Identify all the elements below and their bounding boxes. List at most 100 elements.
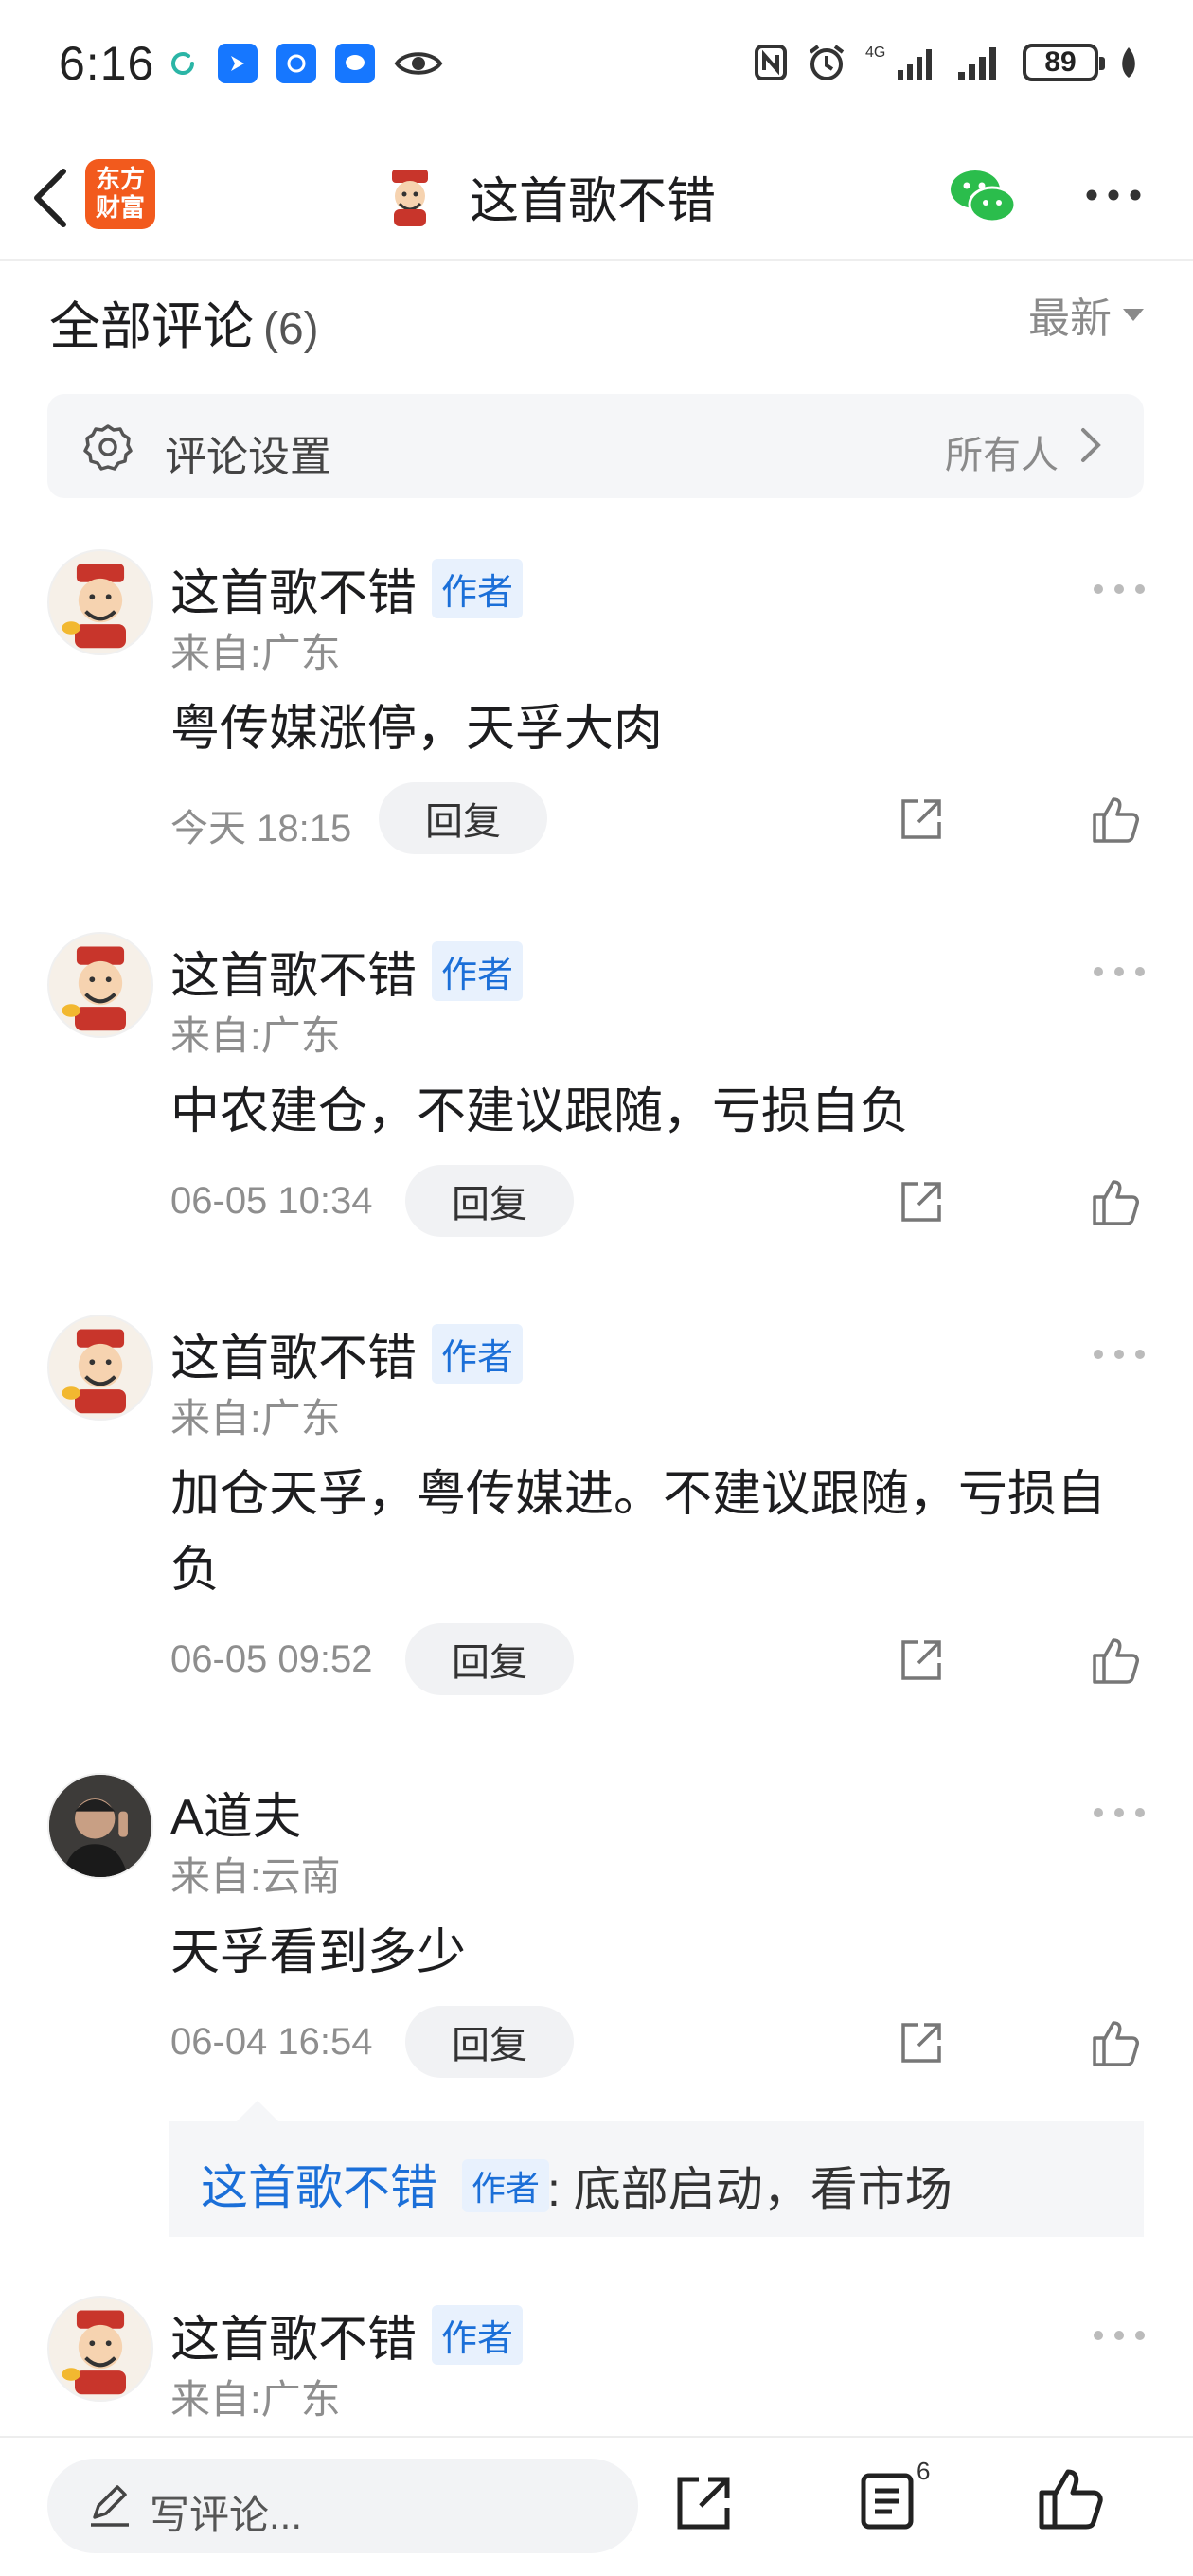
reply-button[interactable]: 回复: [405, 1623, 574, 1695]
comment-time: 06-04 16:54: [170, 2021, 373, 2063]
share-icon[interactable]: [672, 2472, 735, 2534]
author-name: 这首歌不错: [170, 566, 418, 621]
user-avatar[interactable]: [47, 2296, 153, 2402]
thumbs-up-icon[interactable]: [1089, 1176, 1140, 1227]
status-bar: 6:16 4G 89: [0, 0, 1193, 133]
author-badge: 作者: [432, 941, 524, 1001]
signal-icon: [958, 47, 996, 80]
sync-icon: [171, 52, 194, 75]
user-avatar[interactable]: [47, 1315, 153, 1421]
status-notification-icons: [167, 44, 443, 83]
comments-title: 全部评论: [49, 298, 254, 355]
author-badge: 作者: [432, 559, 524, 618]
author-name: 这首歌不错: [170, 1332, 418, 1386]
more-dots-icon[interactable]: [1089, 578, 1149, 600]
gear-icon: [83, 424, 133, 471]
user-avatar[interactable]: [47, 932, 153, 1038]
comment-text[interactable]: 天孚看到多少: [170, 1915, 1127, 1991]
page-title: 这首歌不错: [470, 174, 717, 229]
author-name: A道夫: [170, 1790, 302, 1845]
sort-label: 最新: [1028, 295, 1112, 342]
settings-value: 所有人: [945, 435, 1059, 476]
thumbs-up-icon[interactable]: [1036, 2464, 1104, 2532]
more-dots-icon: [1086, 189, 1141, 201]
more-options-button[interactable]: [1076, 167, 1151, 224]
thumbs-up-icon[interactable]: [1089, 2017, 1140, 2068]
comments-heading: 全部评论 (6): [49, 284, 319, 359]
user-avatar[interactable]: [47, 549, 153, 655]
comment-author[interactable]: A道夫: [170, 1777, 302, 1848]
more-dots-icon[interactable]: [1089, 1343, 1149, 1366]
leaf-icon: [1122, 47, 1135, 78]
svg-text:4G: 4G: [865, 45, 885, 61]
share-icon[interactable]: [898, 1178, 945, 1225]
comment-author[interactable]: 这首歌不错 作者: [170, 1318, 524, 1389]
reply-text: : 底部启动，看市场: [547, 2163, 953, 2216]
chevron-right-icon: [1081, 428, 1101, 462]
wechat-icon[interactable]: [947, 161, 1019, 233]
comment-text[interactable]: 中农建仓，不建议跟随，亏损自负: [170, 1074, 1127, 1150]
status-system-icons: 4G 89: [754, 42, 1140, 83]
comment-author[interactable]: 这首歌不错 作者: [170, 936, 524, 1007]
share-icon[interactable]: [898, 1637, 945, 1684]
back-button[interactable]: [17, 155, 83, 241]
reply-author-name[interactable]: 这首歌不错: [201, 2150, 437, 2218]
author-badge: 作者: [462, 2159, 550, 2212]
comment-time: 今天 18:15: [170, 808, 352, 850]
message-notify-icon: [335, 44, 375, 83]
comment-author[interactable]: 这首歌不错 作者: [170, 2299, 524, 2370]
comment-count-badge: 6: [917, 2457, 931, 2485]
comment-author[interactable]: 这首歌不错 作者: [170, 553, 524, 624]
comment-item: 这首歌不错 作者 来自:广东: [0, 2296, 1193, 2436]
comment-item: A道夫 来自:云南 天孚看到多少 06-04 16:54 回复 这首歌不错 作者…: [0, 1773, 1193, 2246]
top-nav-bar: 东方财富 这首歌不错: [0, 133, 1193, 261]
reply-button[interactable]: 回复: [379, 782, 547, 854]
app-notify-icon: [276, 44, 316, 83]
comment-item: 这首歌不错 作者 来自:广东 中农建仓，不建议跟随，亏损自负 06-05 10:3…: [0, 932, 1193, 1273]
share-icon[interactable]: [898, 796, 945, 843]
more-dots-icon[interactable]: [1089, 1801, 1149, 1824]
thumbs-up-icon[interactable]: [1089, 794, 1140, 845]
thumbs-up-icon[interactable]: [1089, 1635, 1140, 1686]
pen-icon: [91, 2485, 129, 2527]
header-title-area[interactable]: 这首歌不错: [379, 161, 716, 232]
user-avatar[interactable]: [47, 1773, 153, 1879]
author-badge: 作者: [432, 1324, 524, 1384]
comment-time: 06-05 09:52: [170, 1638, 373, 1680]
write-comment-input[interactable]: 写评论...: [47, 2459, 638, 2553]
comment-settings-row[interactable]: 评论设置 所有人: [47, 394, 1144, 498]
user-avatar: [392, 169, 428, 226]
alarm-icon: [809, 45, 845, 80]
status-time: 6:16: [59, 37, 155, 90]
comment-time: 06-05 10:34: [170, 1180, 373, 1222]
nested-reply[interactable]: 这首歌不错 作者 : 底部启动，看市场: [169, 2101, 1144, 2237]
more-dots-icon[interactable]: [1089, 2324, 1149, 2347]
nfc-icon: [755, 45, 787, 80]
signal-4g-icon: 4G: [865, 45, 932, 80]
reply-button[interactable]: 回复: [405, 2006, 574, 2078]
comment-location: 来自:广东: [170, 2377, 341, 2422]
settings-label: 评论设置: [165, 434, 331, 480]
comment-location: 来自:广东: [170, 631, 341, 675]
eye-icon: [394, 52, 443, 75]
author-name: 这首歌不错: [170, 2313, 418, 2368]
comment-text[interactable]: 粤传媒涨停，天孚大肉: [170, 691, 1127, 767]
author-name: 这首歌不错: [170, 949, 418, 1004]
reply-button[interactable]: 回复: [405, 1165, 574, 1237]
comment-list-icon[interactable]: [858, 2470, 920, 2532]
comment-item: 这首歌不错 作者 来自:广东 粤传媒涨停，天孚大肉 今天 18:15 回复: [0, 549, 1193, 890]
write-comment-placeholder: 写评论...: [150, 2493, 303, 2537]
comments-count: (6): [263, 304, 319, 354]
comment-location: 来自:广东: [170, 1013, 341, 1058]
share-icon[interactable]: [898, 2019, 945, 2066]
app-notify-icon: [218, 44, 258, 83]
dropdown-triangle-icon: [1123, 308, 1144, 321]
bottom-action-bar: 写评论... 6: [0, 2436, 1193, 2576]
sort-dropdown[interactable]: 最新: [1028, 284, 1144, 345]
comment-text[interactable]: 加仓天孚，粤传媒进。不建议跟随，亏损自负: [170, 1457, 1127, 1608]
app-logo[interactable]: 东方财富: [85, 159, 155, 229]
comment-location: 来自:云南: [170, 1854, 341, 1899]
author-badge: 作者: [432, 2305, 524, 2365]
more-dots-icon[interactable]: [1089, 960, 1149, 983]
back-arrow-icon: [34, 169, 66, 227]
